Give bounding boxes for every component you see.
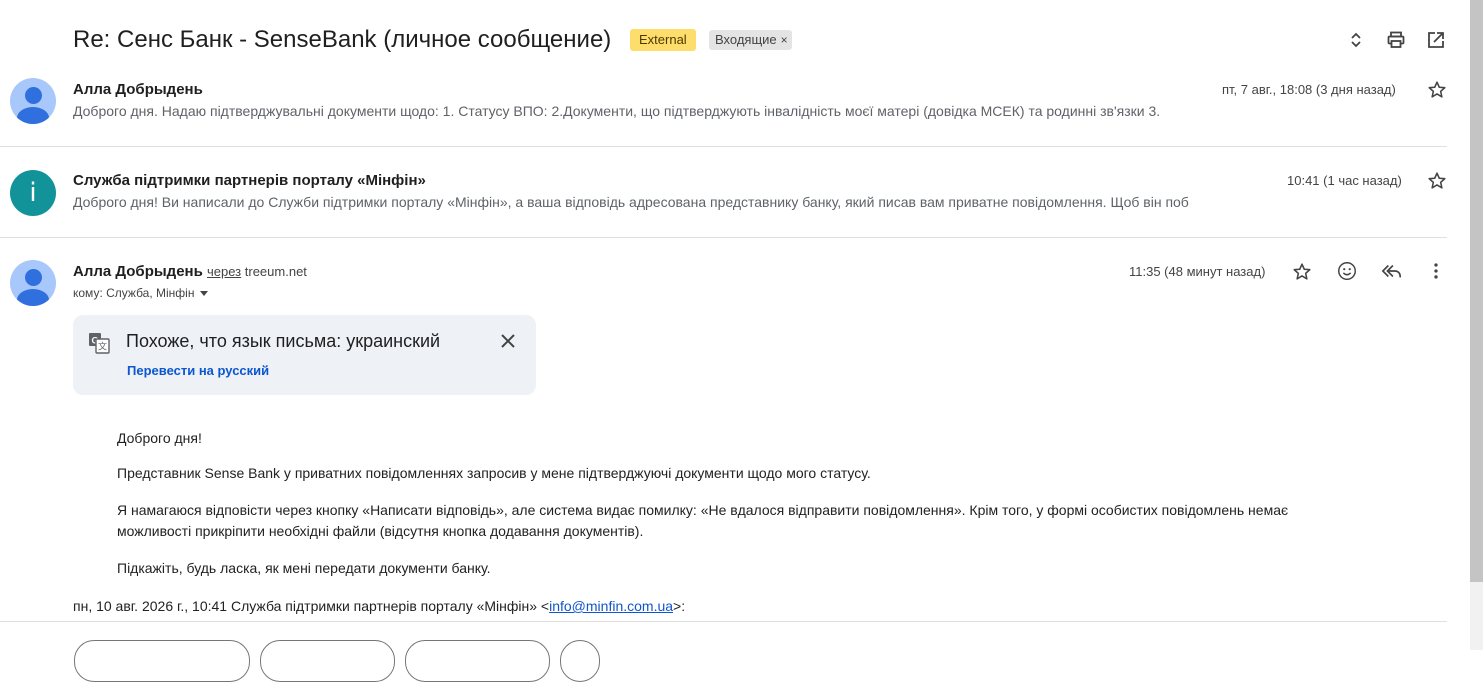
body-paragraph: Доброго дня! bbox=[117, 430, 202, 446]
avatar-body bbox=[17, 107, 49, 124]
avatar-head bbox=[25, 87, 42, 104]
quote-header: пн, 10 авг. 2026 г., 10:41 Служба підтри… bbox=[73, 598, 685, 614]
avatar-head bbox=[25, 269, 42, 286]
message-sender[interactable]: Алла Добрыдень bbox=[73, 81, 203, 98]
translate-link[interactable]: Перевести на русский bbox=[127, 363, 269, 378]
more-vert-icon[interactable] bbox=[1425, 260, 1447, 282]
star-icon[interactable] bbox=[1426, 79, 1448, 101]
forward-button[interactable] bbox=[405, 640, 550, 682]
body-paragraph: Підкажіть, будь ласка, як мені передати … bbox=[117, 560, 491, 576]
quote-suffix: >: bbox=[673, 598, 686, 614]
scrollbar-thumb[interactable] bbox=[1470, 0, 1483, 582]
sender-via: через treeum.net bbox=[207, 264, 307, 279]
inbox-label: Входящие × bbox=[709, 30, 792, 50]
open-message-time: 11:35 (48 минут назад) bbox=[1129, 264, 1266, 279]
message-sender[interactable]: Служба підтримки партнерів порталу «Мінф… bbox=[73, 172, 426, 189]
recipients-text: кому: Служба, Мінфін bbox=[73, 286, 195, 300]
print-icon[interactable] bbox=[1384, 28, 1408, 52]
sender-avatar[interactable]: i bbox=[10, 170, 56, 216]
close-icon[interactable] bbox=[498, 331, 518, 351]
translate-title: Похоже, что язык письма: украинский bbox=[126, 331, 441, 351]
reply-button[interactable] bbox=[74, 640, 250, 682]
sender-avatar[interactable] bbox=[10, 78, 56, 124]
thread-subject: Re: Сенс Банк - SenseBank (личное сообще… bbox=[73, 26, 612, 53]
reply-all-button[interactable] bbox=[260, 640, 395, 682]
message-time: пт, 7 авг., 18:08 (3 дня назад) bbox=[1222, 82, 1396, 97]
inbox-label-text: Входящие bbox=[715, 32, 777, 47]
quote-email-link[interactable]: info@minfin.com.ua bbox=[549, 598, 673, 614]
message-snippet[interactable]: Доброго дня! Ви написали до Служби підтр… bbox=[73, 194, 1189, 210]
show-details-icon[interactable] bbox=[200, 291, 209, 297]
message-divider bbox=[0, 237, 1447, 238]
star-icon[interactable] bbox=[1291, 261, 1313, 283]
translate-banner: G文 Похоже, что язык письма: украинский П… bbox=[73, 315, 536, 395]
message-time: 10:41 (1 час назад) bbox=[1287, 173, 1402, 188]
open-in-new-window-icon[interactable] bbox=[1424, 28, 1448, 52]
emoji-button[interactable] bbox=[560, 640, 600, 682]
avatar-body bbox=[17, 289, 49, 306]
sender-name[interactable]: Алла Добрыдень bbox=[73, 263, 203, 280]
svg-text:文: 文 bbox=[98, 341, 107, 353]
expand-collapse-icon[interactable] bbox=[1344, 28, 1368, 52]
message-snippet[interactable]: Доброго дня. Надаю підтверджувальні доку… bbox=[73, 103, 1160, 119]
via-domain: treeum.net bbox=[244, 264, 307, 279]
recipients: кому: Служба, Мінфін bbox=[73, 286, 209, 300]
body-paragraph: Представник Sense Bank у приватних повід… bbox=[117, 465, 871, 481]
sender-avatar[interactable] bbox=[10, 260, 56, 306]
message-divider bbox=[0, 621, 1447, 622]
body-paragraph: Я намагаюся відповісти через кнопку «Нап… bbox=[117, 502, 1289, 539]
reply-all-icon[interactable] bbox=[1381, 260, 1403, 282]
remove-label-button[interactable]: × bbox=[781, 33, 788, 47]
star-icon[interactable] bbox=[1426, 170, 1448, 192]
emoji-reaction-icon[interactable] bbox=[1336, 260, 1358, 282]
external-label: External bbox=[630, 29, 696, 51]
quote-prefix: пн, 10 авг. 2026 г., 10:41 Служба підтри… bbox=[73, 598, 550, 614]
open-message-sender[interactable]: Алла Добрыдень через treeum.net bbox=[73, 263, 307, 280]
via-link[interactable]: через bbox=[207, 264, 241, 279]
message-divider bbox=[0, 146, 1447, 147]
scrollbar-track[interactable] bbox=[1470, 582, 1483, 650]
translate-icon: G文 bbox=[88, 332, 110, 354]
